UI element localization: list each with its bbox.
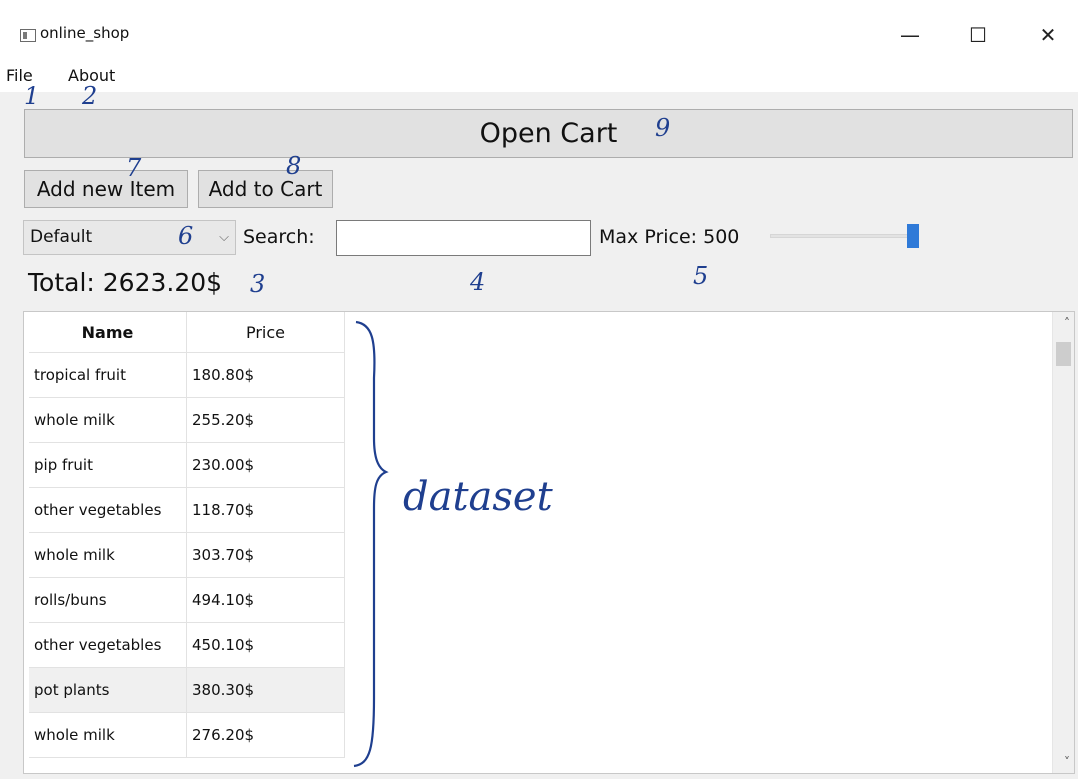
cell-price: 255.20$: [186, 397, 345, 443]
search-label: Search:: [243, 226, 315, 248]
annotation-9: 9: [655, 114, 671, 142]
chevron-down-icon: ⌵: [219, 230, 229, 245]
cell-name: whole milk: [29, 532, 187, 578]
column-header-price[interactable]: Price: [186, 312, 345, 353]
menu-bar: File About: [0, 64, 1078, 92]
table-header-row: Name Price: [29, 312, 345, 353]
sort-dropdown-value: Default: [30, 227, 93, 247]
table-row[interactable]: tropical fruit 180.80$: [29, 352, 345, 398]
maximize-button[interactable]: ☐: [958, 18, 998, 52]
chevron-up-icon[interactable]: ˄: [1064, 316, 1070, 330]
scroll-thumb[interactable]: [1056, 342, 1071, 366]
cell-price: 450.10$: [186, 622, 345, 668]
maximize-icon: ☐: [969, 23, 987, 47]
cell-price: 118.70$: [186, 487, 345, 533]
cell-price: 494.10$: [186, 577, 345, 623]
cell-name: pot plants: [29, 667, 187, 713]
cell-name: pip fruit: [29, 442, 187, 488]
annotation-7: 7: [126, 154, 142, 182]
title-bar: online_shop — ☐ ✕: [0, 0, 1078, 68]
max-price-label: Max Price: 500: [599, 226, 740, 248]
table-row[interactable]: pip fruit 230.00$: [29, 442, 345, 488]
cell-name: tropical fruit: [29, 352, 187, 398]
table-row[interactable]: other vegetables 450.10$: [29, 622, 345, 668]
window-title: online_shop: [40, 24, 130, 42]
vertical-scrollbar[interactable]: ˄ ˅: [1052, 312, 1074, 773]
search-input[interactable]: [336, 220, 591, 256]
add-to-cart-button[interactable]: Add to Cart: [198, 170, 333, 208]
annotation-8: 8: [286, 152, 302, 180]
items-grid: Name Price tropical fruit 180.80$ whole m…: [29, 312, 345, 758]
table-row[interactable]: whole milk 255.20$: [29, 397, 345, 443]
table-row[interactable]: whole milk 276.20$: [29, 712, 345, 758]
chevron-down-icon[interactable]: ˅: [1064, 755, 1070, 769]
cell-name: other vegetables: [29, 622, 187, 668]
total-label: Total: 2623.20$: [28, 268, 223, 297]
annotation-1: 1: [24, 82, 40, 110]
minimize-icon: —: [900, 23, 920, 47]
close-icon: ✕: [1039, 23, 1057, 47]
items-table[interactable]: Name Price tropical fruit 180.80$ whole m…: [23, 311, 1075, 774]
minimize-button[interactable]: —: [890, 18, 930, 52]
annotation-3: 3: [250, 270, 266, 298]
table-row[interactable]: rolls/buns 494.10$: [29, 577, 345, 623]
annotation-2: 2: [82, 82, 98, 110]
annotation-6: 6: [178, 222, 194, 250]
close-button[interactable]: ✕: [1028, 18, 1068, 52]
cell-price: 380.30$: [186, 667, 345, 713]
cell-name: rolls/buns: [29, 577, 187, 623]
column-header-name[interactable]: Name: [29, 312, 187, 353]
annotation-4: 4: [470, 268, 486, 296]
cell-name: whole milk: [29, 712, 187, 758]
cell-price: 276.20$: [186, 712, 345, 758]
annotation-5: 5: [693, 262, 709, 290]
max-price-slider-handle[interactable]: [907, 224, 919, 248]
cell-price: 230.00$: [186, 442, 345, 488]
annotation-brace: [353, 320, 389, 768]
cell-name: other vegetables: [29, 487, 187, 533]
add-new-item-button[interactable]: Add new Item: [24, 170, 188, 208]
table-row-selected[interactable]: pot plants 380.30$: [29, 667, 345, 713]
open-cart-button[interactable]: Open Cart: [24, 109, 1073, 158]
table-row[interactable]: whole milk 303.70$: [29, 532, 345, 578]
max-price-slider[interactable]: [770, 234, 916, 238]
cell-price: 180.80$: [186, 352, 345, 398]
annotation-dataset: dataset: [403, 474, 553, 520]
table-row[interactable]: other vegetables 118.70$: [29, 487, 345, 533]
sort-dropdown[interactable]: Default ⌵: [23, 220, 236, 255]
cell-price: 303.70$: [186, 532, 345, 578]
window-icon: [20, 29, 36, 42]
cell-name: whole milk: [29, 397, 187, 443]
